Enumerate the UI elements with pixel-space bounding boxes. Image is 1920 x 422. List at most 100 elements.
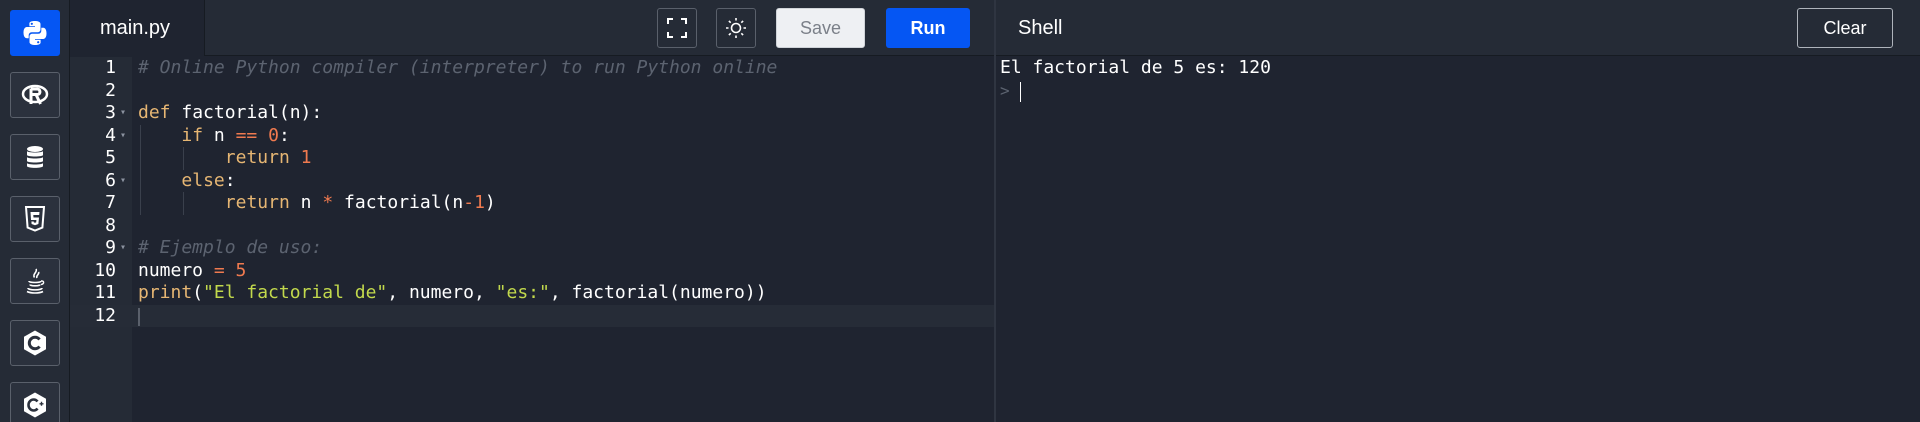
fold-arrow-icon[interactable]: ▾ <box>120 237 126 260</box>
code-token: "El factorial de" <box>203 282 388 303</box>
code-token: numero <box>138 259 214 281</box>
code-token: factorial(n <box>333 192 464 213</box>
code-token: if <box>181 124 204 146</box>
code-token: return <box>224 147 290 168</box>
code-text: return n * factorial(n-1) <box>225 192 496 215</box>
code-token: , numero, <box>387 282 496 303</box>
code-line[interactable]: 6 ▾ else: <box>70 169 994 193</box>
code-text: # Ejemplo de uso: <box>138 237 322 260</box>
shell-title: Shell <box>1018 17 1063 39</box>
code-text: print("El factorial de", numero, "es:", … <box>138 282 767 305</box>
line-number: 2 <box>105 79 116 101</box>
python-icon <box>23 21 47 45</box>
cpp-language-icon <box>24 392 46 418</box>
line-number: 3 <box>105 102 116 123</box>
code-line[interactable]: 7 return n * factorial(n-1) <box>70 192 994 215</box>
code-text: numero = 5 <box>138 260 246 283</box>
indent-guide <box>140 147 141 170</box>
language-r-button[interactable] <box>10 72 60 118</box>
database-icon <box>27 146 43 168</box>
run-button[interactable]: Run <box>886 8 970 48</box>
code-token: 1 <box>474 192 485 213</box>
line-number: 10 <box>94 259 116 281</box>
line-number: 12 <box>94 304 116 326</box>
sun-icon <box>726 18 746 38</box>
code-line[interactable]: 5 return 1 <box>70 147 994 170</box>
code-token: print <box>138 282 193 303</box>
code-token: factorial(n): <box>170 102 323 123</box>
language-cpp-button[interactable] <box>10 382 60 422</box>
shell-output[interactable]: > El factorial de 5 es: 120 <box>996 57 1920 422</box>
text-caret <box>138 307 140 326</box>
code-token: ) <box>484 192 496 213</box>
code-text: def factorial(n): <box>138 102 322 125</box>
line-number: 1 <box>105 57 116 78</box>
code-line[interactable]: 10 numero = 5 <box>70 260 994 283</box>
language-java-button[interactable] <box>10 258 60 304</box>
code-token: def <box>138 102 171 123</box>
line-number: 6 <box>105 169 116 191</box>
line-number: 7 <box>105 192 116 213</box>
c-language-icon <box>24 330 46 356</box>
fold-arrow-icon[interactable]: ▾ <box>120 125 126 148</box>
code-text: # Online Python compiler (interpreter) t… <box>138 57 777 80</box>
file-tab-label: main.py <box>100 16 171 39</box>
save-button[interactable]: Save <box>776 8 865 48</box>
code-token: n <box>289 192 323 213</box>
file-tab-main-py[interactable]: main.py <box>70 0 205 56</box>
fold-arrow-icon[interactable]: ▾ <box>120 102 126 125</box>
indent-guide <box>183 192 185 215</box>
language-python-button[interactable] <box>10 10 60 56</box>
code-token: * <box>322 192 334 213</box>
indent-guide <box>140 124 141 147</box>
code-token: n <box>203 124 236 146</box>
code-line[interactable]: 9 ▾ # Ejemplo de uso: <box>70 237 994 260</box>
line-number: 8 <box>105 214 116 236</box>
indent-guide <box>140 192 141 215</box>
code-text: return 1 <box>225 147 312 170</box>
code-editor[interactable]: 1 # Online Python compiler (interpreter) … <box>70 57 994 422</box>
code-token: = <box>213 259 225 281</box>
code-line[interactable]: 4 ▾ if n == 0: <box>70 124 994 148</box>
code-token: : <box>278 124 290 146</box>
code-token: # Ejemplo de uso: <box>138 237 323 258</box>
code-line[interactable]: 11 print("El factorial de", numero, "es:"… <box>70 282 994 305</box>
code-token: 1 <box>300 147 312 168</box>
editor-toolbar: main.py Save Run <box>70 0 994 56</box>
line-number: 5 <box>105 147 116 168</box>
shell-toolbar: Shell Clear <box>996 0 1920 56</box>
code-token: return <box>224 192 290 213</box>
code-token: : <box>224 169 236 191</box>
code-token: , factorial(numero)) <box>549 282 767 303</box>
code-token: == <box>235 124 258 146</box>
language-sidebar <box>0 0 70 422</box>
code-token: ( <box>192 282 204 303</box>
code-line[interactable]: 1 # Online Python compiler (interpreter) … <box>70 57 994 80</box>
code-line[interactable]: 12 <box>70 304 994 327</box>
shell-caret <box>1020 81 1021 102</box>
code-text: if n == 0: <box>181 125 289 148</box>
language-sql-button[interactable] <box>10 134 60 180</box>
code-token: else <box>181 169 225 191</box>
theme-toggle-button[interactable] <box>716 8 756 48</box>
r-language-icon <box>21 84 49 105</box>
code-token: # Online Python compiler (interpreter) t… <box>138 57 778 78</box>
code-line[interactable]: 8 <box>70 215 994 238</box>
language-html-button[interactable] <box>10 196 60 242</box>
html5-icon <box>24 206 46 232</box>
code-text: else: <box>181 170 235 193</box>
language-c-button[interactable] <box>10 320 60 366</box>
fold-arrow-icon[interactable]: ▾ <box>120 170 126 193</box>
code-token: 5 <box>235 259 247 281</box>
shell-output-line: El factorial de 5 es: 120 <box>1000 57 1271 78</box>
clear-button[interactable]: Clear <box>1797 8 1893 48</box>
code-token: "es:" <box>495 282 550 303</box>
code-token: - <box>463 192 475 213</box>
java-icon <box>26 268 45 294</box>
code-line[interactable]: 3 ▾ def factorial(n): <box>70 102 994 125</box>
code-line[interactable]: 2 <box>70 80 994 103</box>
fullscreen-button[interactable] <box>657 8 697 48</box>
